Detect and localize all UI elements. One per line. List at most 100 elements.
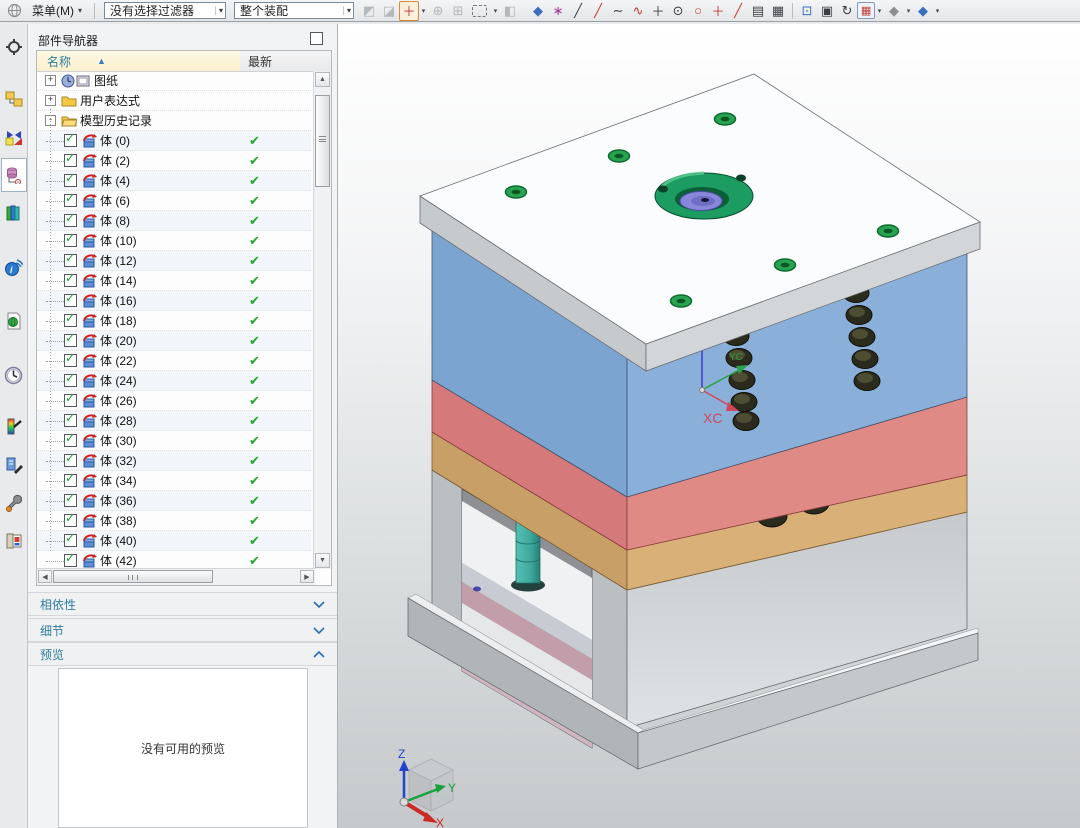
column-header-latest[interactable]: 最新 <box>240 51 331 71</box>
tools-icon[interactable] <box>1 484 27 522</box>
arc-icon[interactable]: ∼ <box>608 2 628 20</box>
web-browser-icon[interactable]: i <box>1 248 27 286</box>
tree-body-row[interactable]: ✓体 (28)✔ <box>37 411 311 431</box>
visibility-checkbox[interactable]: ✓ <box>64 494 77 507</box>
sheet-body-icon[interactable]: ▤ <box>748 2 768 20</box>
datum-shade-icon[interactable]: ◧ <box>500 2 520 20</box>
line-icon[interactable]: ╱ <box>568 2 588 20</box>
visibility-checkbox[interactable]: ✓ <box>64 514 77 527</box>
tree-body-row[interactable]: ✓体 (26)✔ <box>37 391 311 411</box>
visibility-checkbox[interactable]: ✓ <box>64 534 77 547</box>
expander-toggle[interactable]: + <box>45 75 56 86</box>
snap-grid-icon[interactable]: ⊞ <box>448 2 468 20</box>
visibility-checkbox[interactable]: ✓ <box>64 294 77 307</box>
selection-filter-combobox[interactable]: 没有选择过滤器 ▾ <box>104 2 226 19</box>
tree-body-row[interactable]: ✓体 (6)✔ <box>37 191 311 211</box>
tree-body-row[interactable]: ✓体 (2)✔ <box>37 151 311 171</box>
graphics-viewport[interactable]: ZC YC XC <box>338 24 1080 828</box>
menu-button[interactable]: 菜单(M) ▾ <box>26 2 88 20</box>
tree-body-row[interactable]: ✓体 (40)✔ <box>37 531 311 551</box>
visibility-checkbox[interactable]: ✓ <box>64 134 77 147</box>
tree-body-row[interactable]: ✓体 (36)✔ <box>37 491 311 511</box>
visibility-checkbox[interactable]: ✓ <box>64 234 77 247</box>
tree-body-row[interactable]: ✓体 (8)✔ <box>37 211 311 231</box>
tree-body-row[interactable]: ✓体 (10)✔ <box>37 231 311 251</box>
vertical-scrollbar[interactable]: ▲ ▼ <box>313 71 331 569</box>
tree-body-row[interactable]: ✓体 (18)✔ <box>37 311 311 331</box>
horizontal-scrollbar[interactable]: ◀ ▶ <box>37 568 315 585</box>
locating-ring[interactable] <box>655 173 753 219</box>
tree-body-row[interactable]: ✓体 (24)✔ <box>37 371 311 391</box>
expander-toggle[interactable]: + <box>45 95 56 106</box>
column-header-name[interactable]: 名称 ▲ <box>37 51 240 71</box>
profile-line-icon[interactable]: ╱ <box>588 2 608 20</box>
snap-quadrant-icon[interactable]: ⊕ <box>428 2 448 20</box>
scroll-down-button[interactable]: ▼ <box>315 553 330 568</box>
tree-body-row[interactable]: ✓体 (16)✔ <box>37 291 311 311</box>
visibility-checkbox[interactable]: ✓ <box>64 174 77 187</box>
solid-cube-icon[interactable]: ◆ <box>528 2 548 20</box>
visibility-checkbox[interactable]: ✓ <box>64 474 77 487</box>
tree-body-row[interactable]: ✓体 (14)✔ <box>37 271 311 291</box>
scroll-up-button[interactable]: ▲ <box>315 72 330 87</box>
snap-point-icon[interactable]: ＋ <box>399 1 419 21</box>
visibility-checkbox[interactable]: ✓ <box>64 434 77 447</box>
selection-scope-combobox[interactable]: 整个装配 ▾ <box>234 2 354 19</box>
section-dependencies[interactable]: 相依性 <box>28 592 337 616</box>
scroll-right-button[interactable]: ▶ <box>300 570 314 583</box>
facet-body-icon[interactable]: ◆ <box>884 2 904 20</box>
assembly-navigator-icon[interactable] <box>1 80 27 118</box>
visibility-checkbox[interactable]: ✓ <box>64 374 77 387</box>
tree-folder-row[interactable]: +用户表达式 <box>37 91 311 111</box>
visibility-checkbox[interactable]: ✓ <box>64 314 77 327</box>
marquee-select-icon[interactable] <box>472 5 487 17</box>
visibility-checkbox[interactable]: ✓ <box>64 254 77 267</box>
crosshair-icon[interactable] <box>1 28 27 66</box>
marquee-dropdown[interactable]: ▾ <box>491 2 500 20</box>
circle-icon[interactable]: ○ <box>688 2 708 20</box>
visibility-checkbox[interactable]: ✓ <box>64 214 77 227</box>
tree-body-row[interactable]: ✓体 (22)✔ <box>37 351 311 371</box>
part-navigator-icon[interactable] <box>1 158 27 192</box>
visibility-checkbox[interactable]: ✓ <box>64 454 77 467</box>
refresh-icon[interactable]: ↻ <box>837 2 857 20</box>
constraint-navigator-icon[interactable] <box>1 118 27 156</box>
visibility-checkbox[interactable]: ✓ <box>64 554 77 567</box>
visibility-checkbox[interactable]: ✓ <box>64 274 77 287</box>
point-constructor-icon[interactable]: ∗ <box>548 2 568 20</box>
snap-point-dropdown[interactable]: ▾ <box>419 2 428 20</box>
horizontal-scroll-thumb[interactable] <box>53 570 213 583</box>
tree-body-row[interactable]: ✓体 (32)✔ <box>37 451 311 471</box>
visibility-checkbox[interactable]: ✓ <box>64 334 77 347</box>
color-grid-dropdown[interactable]: ▾ <box>875 2 884 20</box>
snap-mid-point-icon[interactable]: ◪ <box>379 2 399 20</box>
section-details[interactable]: 细节 <box>28 618 337 642</box>
scroll-left-button[interactable]: ◀ <box>38 570 52 583</box>
gallery-icon[interactable] <box>1 522 27 560</box>
tree-body-row[interactable]: ✓体 (12)✔ <box>37 251 311 271</box>
point-icon[interactable]: ＋ <box>708 2 728 20</box>
panel-maximize-button[interactable] <box>310 32 323 45</box>
visibility-checkbox[interactable]: ✓ <box>64 194 77 207</box>
tree-body-row[interactable]: ✓体 (20)✔ <box>37 331 311 351</box>
visibility-checkbox[interactable]: ✓ <box>64 354 77 367</box>
inclined-line-icon[interactable]: ╱ <box>728 2 748 20</box>
section-preview[interactable]: 预览 <box>28 642 337 666</box>
vertical-scroll-thumb[interactable] <box>315 95 330 187</box>
zoom-window-icon[interactable]: ⊡ <box>797 2 817 20</box>
tree-folder-row[interactable]: -模型历史记录 <box>37 111 311 131</box>
tree-body-row[interactable]: ✓体 (30)✔ <box>37 431 311 451</box>
visibility-checkbox[interactable]: ✓ <box>64 154 77 167</box>
internet-navigator-icon[interactable] <box>1 302 27 340</box>
history-icon[interactable] <box>1 356 27 394</box>
snap-end-point-icon[interactable]: ◩ <box>359 2 379 20</box>
facet-body-dropdown[interactable]: ▾ <box>904 2 913 20</box>
visibility-checkbox[interactable]: ✓ <box>64 414 77 427</box>
palette-icon[interactable] <box>1 408 27 446</box>
shaded-cube-dropdown[interactable]: ▾ <box>933 2 942 20</box>
tree-folder-row[interactable]: +图纸 <box>37 71 311 91</box>
tree-body-row[interactable]: ✓体 (34)✔ <box>37 471 311 491</box>
tree-body-row[interactable]: ✓体 (0)✔ <box>37 131 311 151</box>
color-grid-icon[interactable]: ▦ <box>857 2 875 19</box>
tree-body-row[interactable]: ✓体 (4)✔ <box>37 171 311 191</box>
